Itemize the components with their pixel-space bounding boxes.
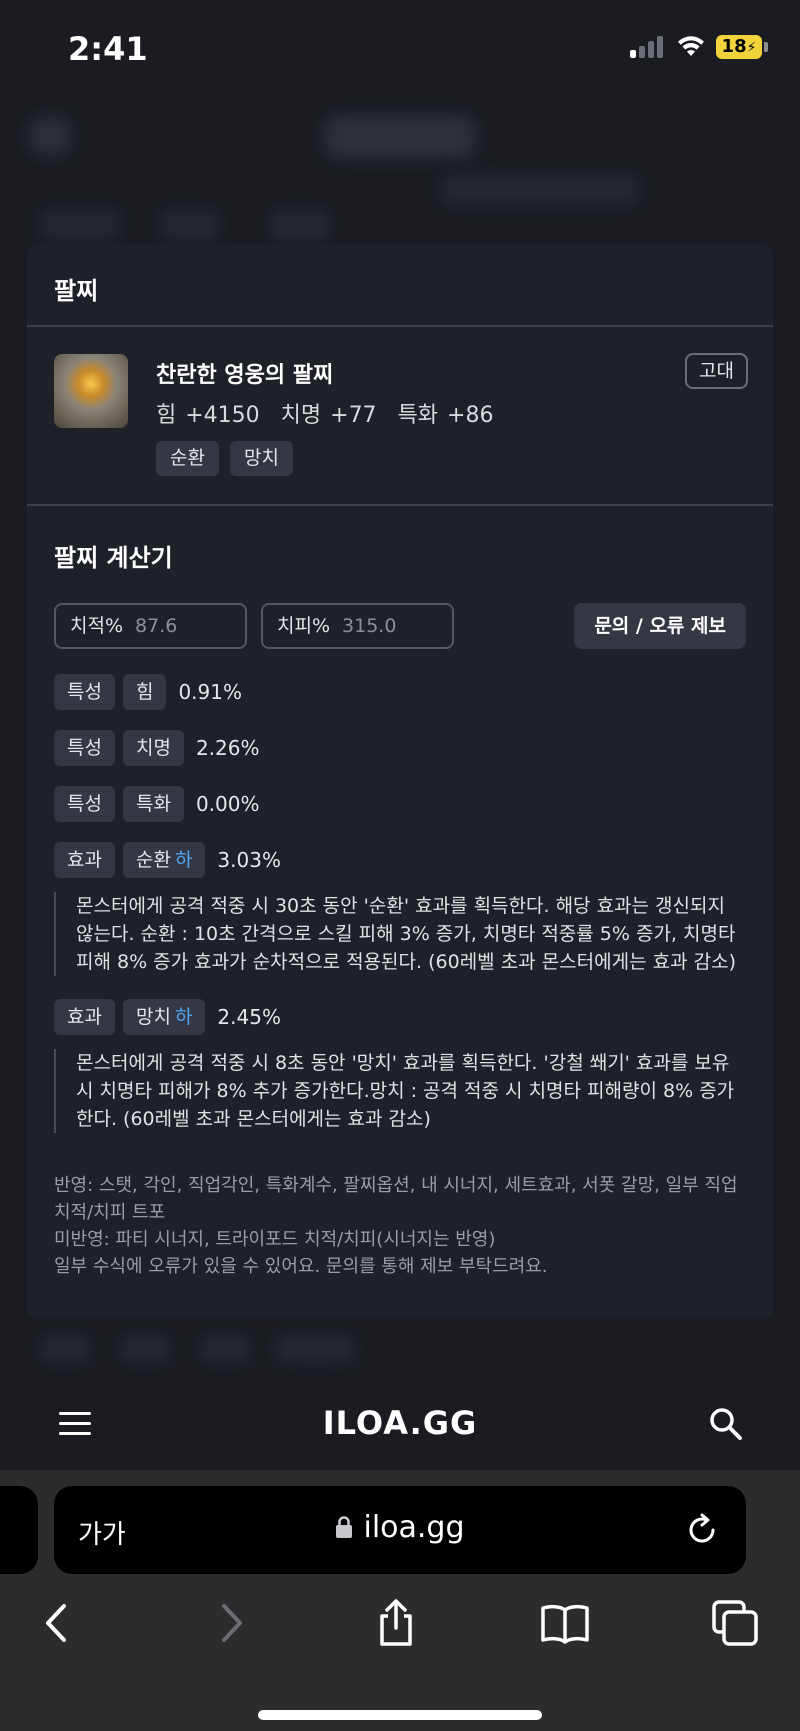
unreflected-note: 미반영: 파티 시너지, 트라이포드 치적/치피(시너지는 반영) (54, 1229, 496, 1250)
home-indicator[interactable] (258, 1710, 542, 1720)
line-percent: 0.00% (195, 792, 260, 816)
back-icon[interactable] (32, 1598, 82, 1648)
previous-tab-peek[interactable] (0, 1486, 38, 1574)
line-percent: 2.45% (217, 1005, 281, 1029)
item-tag: 순환 (156, 441, 219, 476)
item-stat: 힘 +4150 (156, 403, 260, 428)
url-text: iloa.gg (363, 1510, 465, 1545)
site-navbar: ILOA.GG (0, 1378, 800, 1470)
panel-header: 팔찌 (27, 244, 773, 327)
lock-icon (336, 1516, 353, 1538)
line-name: 순환 하 (122, 842, 206, 878)
effect-level: 하 (174, 1006, 193, 1028)
item-tag: 망치 (230, 441, 293, 476)
bookmarks-icon[interactable] (540, 1598, 590, 1648)
calc-line-crit: 특성 치명 2.26% (54, 730, 259, 766)
effect-level: 하 (174, 849, 193, 871)
item-stats: 힘 +4150 치명 +77 특화 +86 (156, 397, 505, 429)
calc-line-specialization: 특성 특화 0.00% (54, 786, 259, 822)
calc-line-strength: 특성 힘 0.91% (54, 674, 242, 710)
calc-line-hammer: 효과 망치 하 2.45% (54, 999, 281, 1035)
battery-level: 18 (721, 36, 747, 57)
tabs-icon[interactable] (710, 1598, 760, 1648)
line-name: 특화 (122, 786, 184, 822)
bracelet-panel: 팔찌 찬란한 영웅의 팔찌 힘 +4150 치명 +77 특화 +86 고대 순… (27, 244, 773, 1319)
crit-damage-label: 치피% (277, 615, 331, 637)
reflected-note: 반영: 스탯, 각인, 직업각인, 특화계수, 팔찌옵션, 내 시너지, 세트효… (54, 1175, 738, 1223)
item-stat: 특화 +86 (397, 403, 494, 428)
battery-icon: 18⚡ (716, 35, 762, 59)
crit-rate-value: 87.6 (135, 615, 178, 637)
crit-damage-value: 315.0 (342, 615, 397, 637)
bracelet-item: 찬란한 영웅의 팔찌 힘 +4150 치명 +77 특화 +86 고대 순환 망… (27, 327, 773, 506)
line-type: 효과 (54, 999, 115, 1035)
bracelet-thumbnail (54, 354, 128, 428)
line-type: 효과 (54, 842, 115, 878)
calculator-title: 팔찌 계산기 (54, 544, 173, 572)
cellular-signal-icon (630, 36, 666, 58)
status-bar: 2:41 18⚡ (0, 0, 800, 100)
error-note: 일부 수식에 오류가 있을 수 있어요. 문의를 통해 제보 부탁드려요. (54, 1256, 548, 1277)
effect-description: 몬스터에게 공격 적중 시 8초 동안 '망치' 효과를 획득한다. '강철 쐐… (54, 1049, 744, 1133)
line-name: 망치 하 (122, 999, 206, 1035)
line-type: 특성 (54, 674, 115, 710)
status-time: 2:41 (68, 30, 148, 68)
effect-name: 순환 (135, 849, 171, 871)
site-logo[interactable]: ILOA.GG (0, 1404, 800, 1442)
line-percent: 2.26% (195, 736, 260, 760)
line-percent: 0.91% (178, 680, 242, 704)
effect-description: 몬스터에게 공격 적중 시 30초 동안 '순환' 효과를 획득한다. 해당 효… (54, 892, 744, 976)
battery-nub (764, 42, 768, 52)
share-icon[interactable] (371, 1598, 421, 1648)
line-name: 치명 (122, 730, 184, 766)
crit-damage-input[interactable]: 치피% 315.0 (261, 603, 454, 649)
wifi-icon (678, 36, 704, 56)
forward-icon[interactable] (206, 1598, 256, 1648)
panel-title: 팔찌 (54, 277, 99, 305)
url-display[interactable]: iloa.gg (54, 1510, 746, 1545)
grade-badge: 고대 (685, 353, 748, 389)
line-type: 특성 (54, 786, 115, 822)
search-icon[interactable] (706, 1404, 746, 1444)
line-name: 힘 (122, 674, 167, 710)
reload-icon[interactable] (684, 1512, 720, 1548)
crit-rate-label: 치적% (70, 615, 124, 637)
line-percent: 3.03% (217, 848, 281, 872)
effect-name: 망치 (135, 1006, 171, 1028)
calc-line-circulation: 효과 순환 하 3.03% (54, 842, 281, 878)
address-bar[interactable]: 가가 iloa.gg (54, 1486, 746, 1574)
report-button[interactable]: 문의 / 오류 제보 (574, 603, 746, 649)
browser-chrome: 가가 iloa.gg (0, 1470, 800, 1731)
item-stat: 치명 +77 (280, 403, 377, 428)
line-type: 특성 (54, 730, 115, 766)
item-name: 찬란한 영웅의 팔찌 (156, 363, 334, 388)
crit-rate-input[interactable]: 치적% 87.6 (54, 603, 247, 649)
